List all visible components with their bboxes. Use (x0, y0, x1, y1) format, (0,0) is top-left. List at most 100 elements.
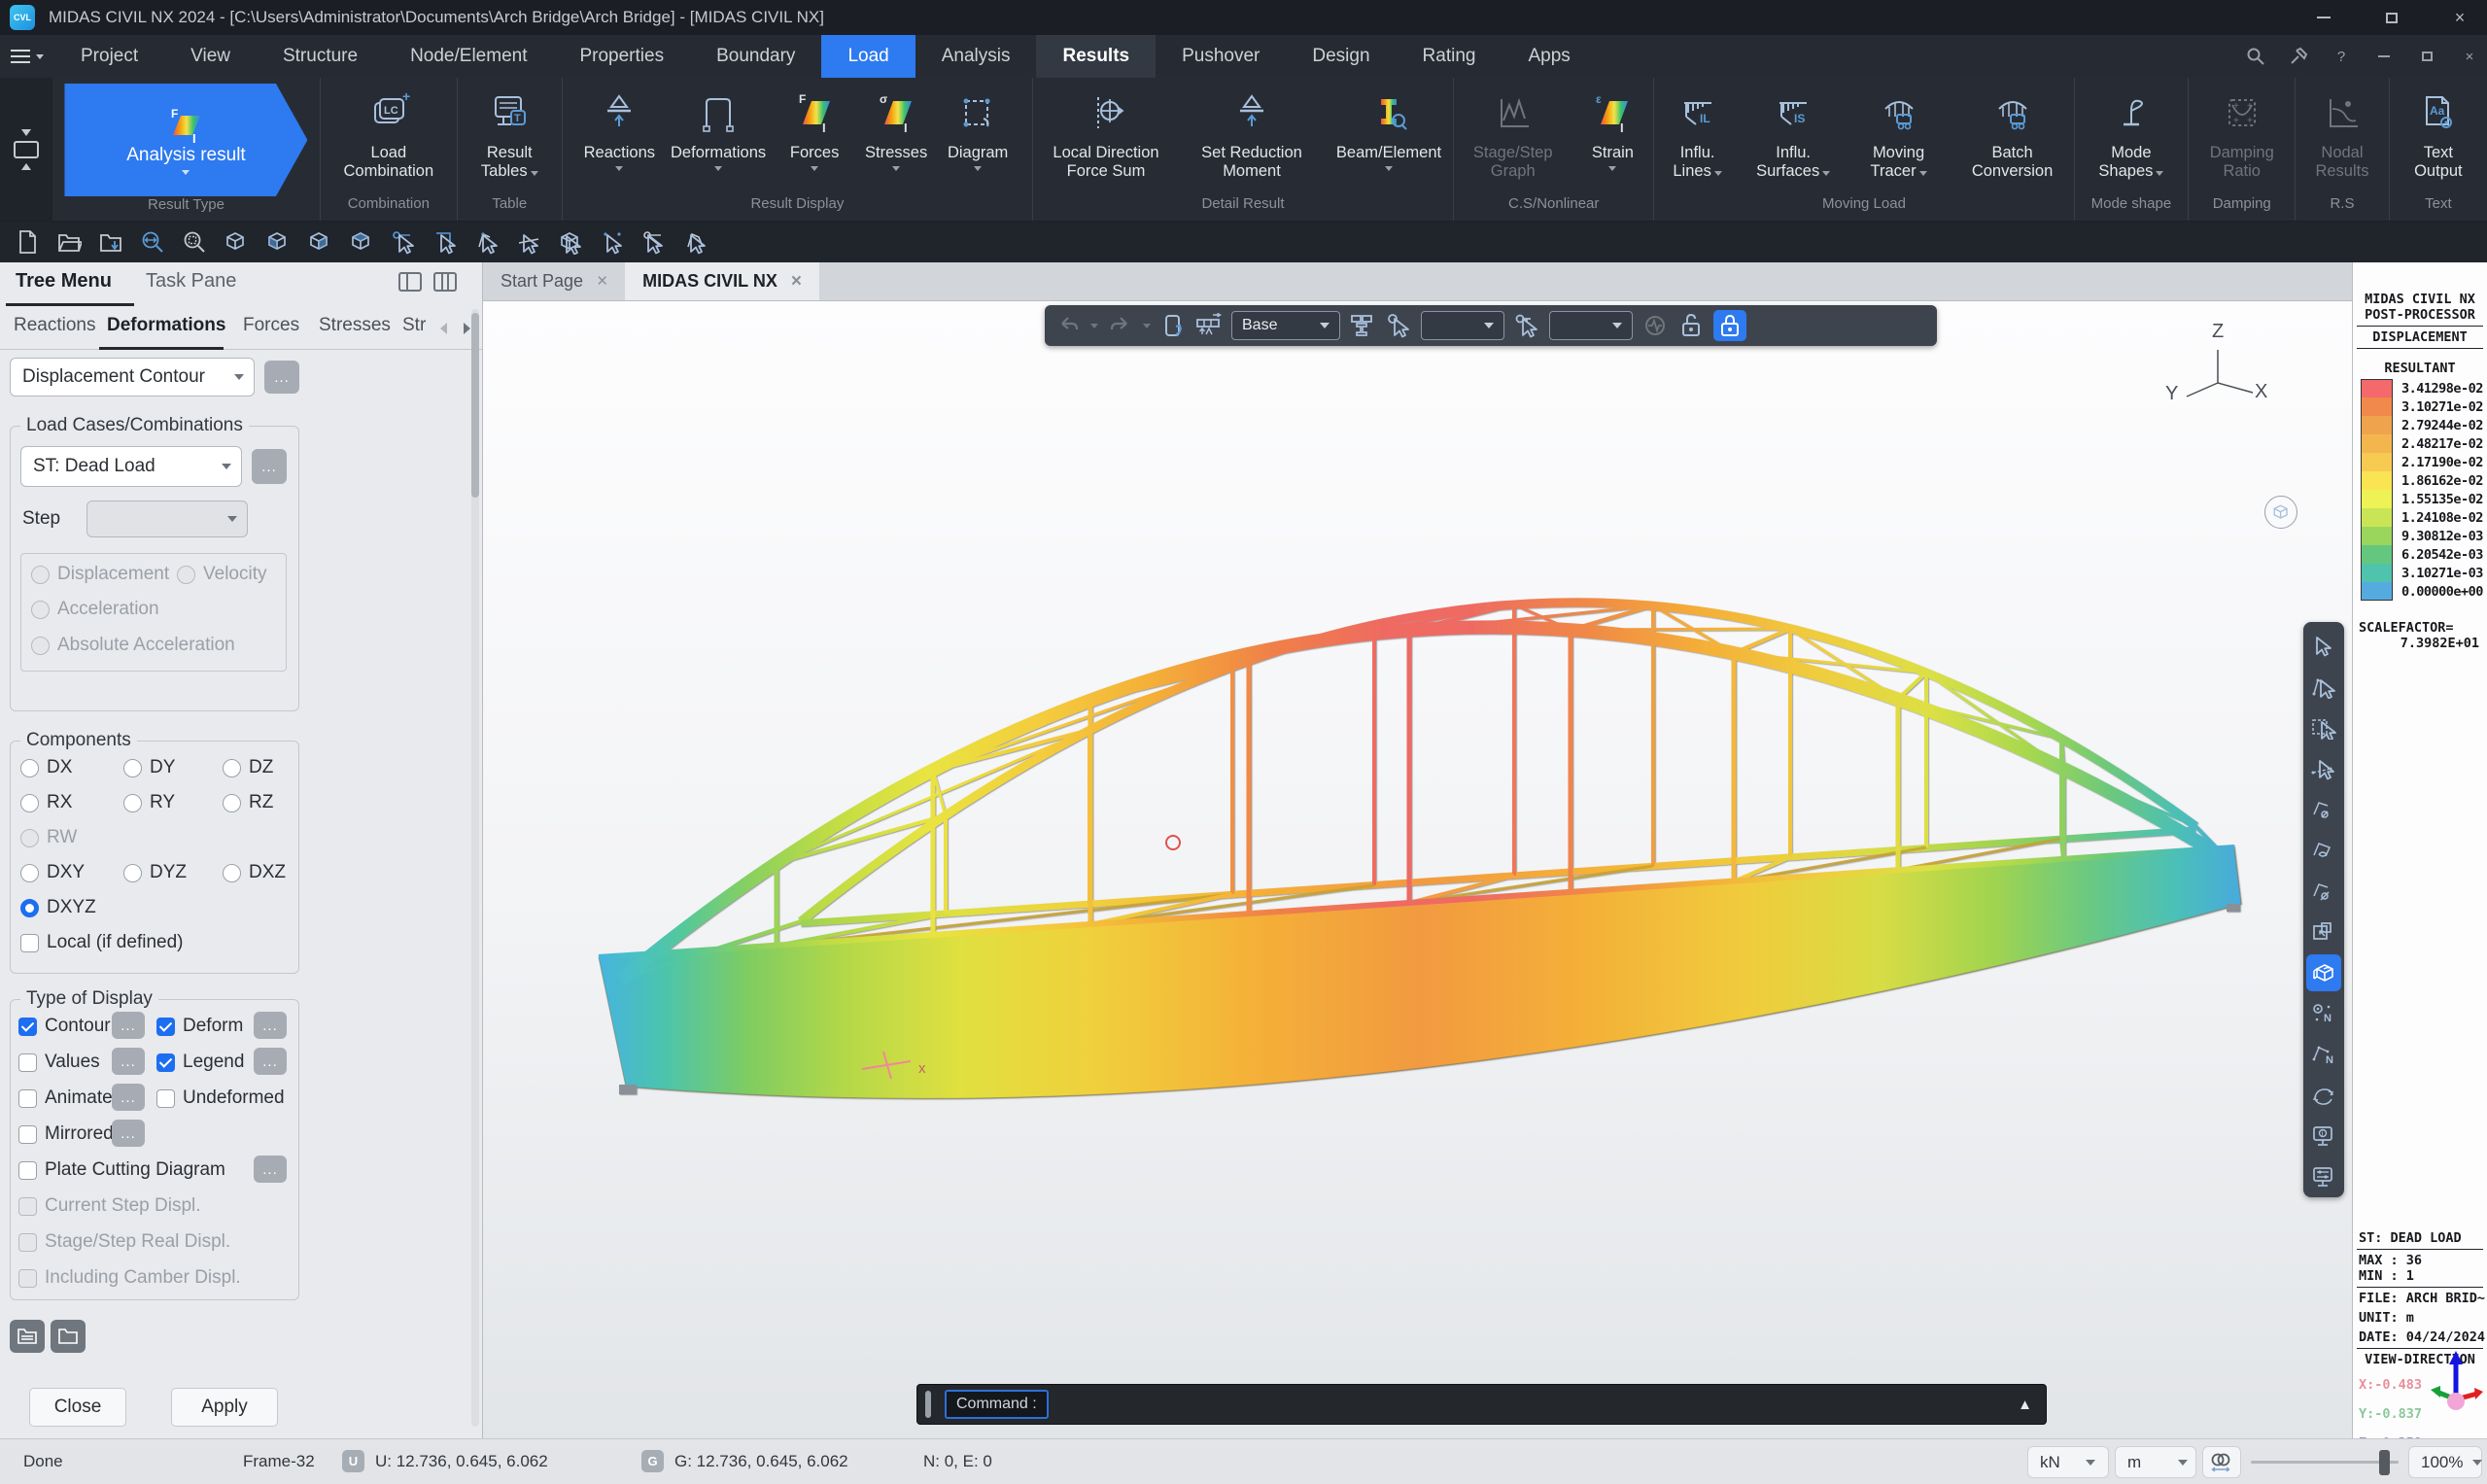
subtab-scroll-left-icon[interactable] (440, 323, 447, 334)
menu-apps[interactable]: Apps (1502, 35, 1596, 78)
select-polygon-icon[interactable] (471, 226, 502, 258)
customize-icon[interactable] (2287, 45, 2310, 68)
radio-rx[interactable]: RX (20, 792, 72, 813)
influence-surfaces-button[interactable]: IS Influ. Surfaces (1741, 84, 1847, 182)
model-canvas[interactable]: x Base (483, 301, 2352, 1438)
diagram-button[interactable]: Diagram (937, 84, 1019, 171)
undo-history-icon[interactable] (1090, 324, 1098, 328)
select-polygon-cursor-icon[interactable] (2306, 667, 2341, 707)
menu-structure[interactable]: Structure (257, 35, 384, 78)
zoom-select[interactable]: 100% (2408, 1446, 2482, 1478)
select-intersect-icon[interactable] (513, 226, 544, 258)
result-type-more-button[interactable]: ... (264, 361, 299, 394)
menu-view[interactable]: View (164, 35, 257, 78)
panel-scrollbar[interactable] (471, 309, 479, 1427)
checkbox-values[interactable]: Values (18, 1052, 100, 1073)
unselect-window-icon[interactable] (680, 226, 711, 258)
view-cube-icon[interactable] (2264, 496, 2297, 529)
animate-more-button[interactable]: ... (112, 1084, 145, 1111)
reset-view-icon[interactable] (1159, 312, 1187, 339)
checkbox-local[interactable]: Local (if defined) (20, 932, 183, 953)
radio-dxy[interactable]: DXY (20, 862, 85, 883)
radio-dxz[interactable]: DXZ (223, 862, 286, 883)
zoom-window-tool-icon[interactable] (2306, 912, 2341, 952)
force-unit-select[interactable]: kN (2027, 1446, 2109, 1478)
dynamic-view-icon[interactable] (2306, 954, 2341, 991)
beam-element-button[interactable]: Beam/Element (1325, 84, 1453, 171)
command-input[interactable]: Command : (945, 1390, 1049, 1419)
section-view-icon[interactable] (1349, 312, 1376, 339)
load-combination-button[interactable]: LC+ Load Combination (321, 84, 457, 182)
hamburger-menu-button[interactable] (0, 35, 54, 78)
view-top-icon[interactable] (346, 226, 377, 258)
select-intersect-cursor-icon[interactable] (2306, 748, 2341, 789)
subtab-reactions[interactable]: Reactions (14, 315, 96, 336)
search-icon[interactable] (2244, 45, 2267, 68)
checkbox-mirrored[interactable]: Mirrored (18, 1123, 114, 1145)
zoom-window-icon[interactable] (179, 226, 210, 258)
checkbox-deform[interactable]: Deform (156, 1016, 243, 1037)
view-side-icon[interactable] (304, 226, 335, 258)
select-window-cursor-icon[interactable] (2306, 707, 2341, 748)
panel-layout-right-icon[interactable] (433, 272, 457, 292)
lock-open-icon[interactable] (1677, 312, 1705, 339)
load-settings-button[interactable] (51, 1320, 86, 1353)
radio-dz[interactable]: DZ (223, 757, 273, 778)
menu-boundary[interactable]: Boundary (690, 35, 821, 78)
view-iso-icon[interactable] (221, 226, 252, 258)
display-scale-slider-thumb[interactable] (2379, 1450, 2390, 1475)
help-icon[interactable]: ? (2330, 45, 2353, 68)
radio-ry[interactable]: RY (123, 792, 175, 813)
result-tables-button[interactable]: T Result Tables (458, 84, 562, 182)
select-previous-icon[interactable] (597, 226, 628, 258)
radio-dyz[interactable]: DYZ (123, 862, 187, 883)
contour-more-button[interactable]: ... (112, 1012, 145, 1039)
subtab-stresses[interactable]: Stresses (319, 315, 391, 336)
close-panel-button[interactable]: Close (29, 1388, 126, 1427)
unit-link-button[interactable] (2202, 1446, 2241, 1478)
menu-results[interactable]: Results (1036, 35, 1156, 78)
zoom-fit-icon[interactable] (137, 226, 168, 258)
length-unit-select[interactable]: m (2115, 1446, 2196, 1478)
subtab-forces[interactable]: Forces (243, 315, 299, 336)
tab-close-icon[interactable]: × (597, 271, 607, 293)
stage-select[interactable]: Base (1231, 311, 1340, 340)
command-expand-icon[interactable]: ▲ (2018, 1397, 2032, 1413)
stage-table-icon[interactable] (1195, 312, 1223, 339)
rotate-view-icon[interactable] (2306, 1075, 2341, 1116)
load-case-more-button[interactable]: ... (252, 449, 287, 484)
minimize-button[interactable] (2304, 3, 2343, 32)
set-reduction-moment-button[interactable]: Set Reduction Moment (1179, 84, 1325, 182)
tab-task-pane[interactable]: Task Pane (146, 270, 236, 293)
maximize-button[interactable] (2372, 3, 2411, 32)
menu-project[interactable]: Project (54, 35, 164, 78)
tab-model[interactable]: MIDAS CIVIL NX× (625, 262, 819, 300)
tab-start-page[interactable]: Start Page× (483, 262, 625, 300)
radio-dy[interactable]: DY (123, 757, 175, 778)
influence-lines-button[interactable]: IL Influ. Lines (1654, 84, 1740, 182)
panel-layout-left-icon[interactable] (398, 272, 422, 292)
display-scale-slider[interactable] (2251, 1461, 2399, 1464)
deform-more-button[interactable]: ... (254, 1012, 287, 1039)
element-number-icon[interactable]: N (2306, 1034, 2341, 1075)
tab-tree-menu[interactable]: Tree Menu (16, 270, 112, 293)
new-file-icon[interactable] (12, 226, 43, 258)
forces-button[interactable]: FI Forces (774, 84, 855, 171)
analysis-result-button[interactable]: FI Analysis result (64, 84, 307, 196)
checkbox-animate[interactable]: Animate (18, 1087, 113, 1109)
radio-dx[interactable]: DX (20, 757, 72, 778)
menu-pushover[interactable]: Pushover (1156, 35, 1286, 78)
load-case-dropdown[interactable]: ST: Dead Load (20, 446, 242, 487)
plate-cutting-more-button[interactable]: ... (254, 1156, 287, 1183)
view-front-icon[interactable] (262, 226, 294, 258)
select-visible-icon[interactable] (2306, 830, 2341, 871)
mode-shapes-button[interactable]: Mode Shapes (2075, 84, 2189, 182)
menu-design[interactable]: Design (1286, 35, 1396, 78)
menu-load[interactable]: Load (821, 35, 915, 78)
open-file-icon[interactable] (53, 226, 85, 258)
checkbox-undeformed[interactable]: Undeformed (156, 1087, 285, 1109)
command-bar-grip[interactable] (925, 1391, 931, 1418)
text-output-button[interactable]: Aa Text Output (2390, 84, 2487, 182)
display-option-icon[interactable] (2306, 1156, 2341, 1197)
radio-dxyz[interactable]: DXYZ (20, 897, 96, 918)
